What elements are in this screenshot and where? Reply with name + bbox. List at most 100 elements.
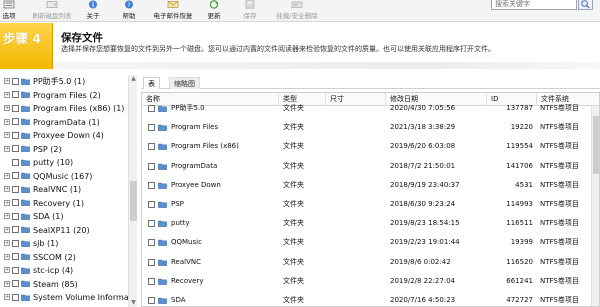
tree-item-checkbox[interactable] bbox=[12, 118, 19, 125]
row-checkbox[interactable] bbox=[148, 181, 155, 189]
scroll-up-arrow-icon[interactable]: ▲ bbox=[129, 75, 138, 83]
tree-item[interactable]: + Steam (85) bbox=[0, 279, 136, 291]
tree-item[interactable]: + SealXP11 (20) bbox=[0, 225, 136, 237]
tree-item-checkbox[interactable] bbox=[12, 91, 19, 98]
tree-item[interactable]: + PP助手5.0 (1) bbox=[0, 76, 136, 88]
expand-icon[interactable]: + bbox=[4, 78, 10, 84]
tree-item-checkbox[interactable] bbox=[12, 212, 19, 220]
tree-item-checkbox[interactable] bbox=[12, 185, 19, 193]
tree-item[interactable]: + Program Files (2) bbox=[0, 90, 136, 102]
row-checkbox[interactable] bbox=[148, 143, 155, 151]
expand-icon[interactable]: + bbox=[4, 213, 10, 219]
expand-icon[interactable]: + bbox=[4, 240, 10, 246]
tree-item[interactable]: + SDA (1) bbox=[0, 211, 136, 223]
tree-item-checkbox[interactable] bbox=[12, 239, 19, 247]
options-button[interactable]: 选项 bbox=[0, 0, 22, 22]
table-row[interactable]: PP助手5.0 文件夹 2020/4/30 7:05:56 137787 NTFS卷项目 bbox=[142, 101, 599, 117]
table-row[interactable]: Program Files 文件夹 2021/3/18 3:38:29 19220 NT… bbox=[142, 120, 599, 136]
expand-icon[interactable]: + bbox=[4, 91, 10, 98]
email-recovery-button[interactable]: 电子邮件恢复 bbox=[145, 0, 201, 22]
row-checkbox[interactable] bbox=[148, 220, 155, 228]
step-number: 步骤 4 bbox=[3, 31, 42, 46]
tree-item[interactable]: + RealVNC (1) bbox=[0, 184, 136, 196]
tree-scrollbar[interactable]: ▲ ▼ bbox=[128, 75, 137, 307]
table-row[interactable]: putty 文件夹 2019/8/23 18:54:15 116511 NTFS卷项目 bbox=[142, 216, 599, 232]
tree-item-label: SDA (1) bbox=[33, 212, 64, 221]
tree-item-checkbox[interactable] bbox=[12, 158, 19, 166]
tree-item-checkbox[interactable] bbox=[12, 253, 19, 260]
mount-button[interactable]: 挂载/安全删除 bbox=[271, 0, 323, 22]
cell-name: RealVNC bbox=[171, 257, 202, 266]
update-button[interactable]: 更新 bbox=[203, 0, 225, 22]
folder-icon bbox=[158, 163, 167, 170]
refresh-disks-button[interactable]: 刷新磁盘列表 bbox=[27, 0, 77, 22]
table-row[interactable]: QQMusic 文件夹 2019/2/23 19:01:44 19399 NTFS卷项目 bbox=[142, 235, 599, 251]
table-row[interactable]: SDA 文件夹 2020/7/16 4:50:23 472727 NTFS卷项目 bbox=[142, 293, 599, 306]
tree-item-checkbox[interactable] bbox=[12, 280, 19, 287]
search-icon bbox=[581, 0, 590, 9]
tree-item-checkbox[interactable] bbox=[12, 77, 19, 85]
expand-icon[interactable]: + bbox=[4, 267, 10, 273]
tab-thumbnails[interactable]: 缩略图 bbox=[169, 77, 200, 89]
table-row[interactable]: PSP 文件夹 2018/6/30 9:23:24 114993 NTFS卷项目 bbox=[142, 197, 599, 213]
row-checkbox[interactable] bbox=[148, 239, 155, 247]
save-button[interactable]: 保存 bbox=[239, 0, 261, 22]
tree-item-checkbox[interactable] bbox=[12, 172, 19, 179]
expand-icon[interactable]: + bbox=[4, 199, 10, 206]
tree-item-checkbox[interactable] bbox=[12, 226, 19, 233]
file-list-scrollbar[interactable] bbox=[591, 106, 599, 306]
row-checkbox[interactable] bbox=[148, 124, 155, 132]
scroll-down-arrow-icon[interactable]: ▼ bbox=[129, 299, 138, 307]
tree-item-checkbox[interactable] bbox=[12, 266, 19, 274]
expand-icon[interactable]: + bbox=[4, 132, 10, 138]
tree-item[interactable]: + stc-icp (4) bbox=[0, 265, 136, 277]
about-button[interactable]: 关于 bbox=[82, 0, 104, 22]
cell-id: 141706 bbox=[506, 161, 533, 170]
expand-icon[interactable]: + bbox=[4, 253, 10, 260]
tree-item[interactable]: + SSCOM (2) bbox=[0, 252, 136, 264]
tree-item[interactable]: + PSP (2) bbox=[0, 144, 136, 156]
table-row[interactable]: Program Files (x86) 文件夹 2019/6/20 6:03:08 1… bbox=[142, 139, 599, 155]
expand-icon[interactable]: + bbox=[4, 294, 10, 300]
tree-item[interactable]: + Proxyee Down (4) bbox=[0, 130, 136, 142]
row-checkbox[interactable] bbox=[148, 297, 155, 304]
expand-icon[interactable]: + bbox=[4, 280, 10, 287]
row-checkbox[interactable] bbox=[148, 201, 155, 208]
tree-item-checkbox[interactable] bbox=[12, 131, 19, 139]
tree-item[interactable]: + Program Files (x86) (1) bbox=[0, 103, 136, 115]
expand-icon[interactable]: + bbox=[4, 172, 10, 179]
tree-item[interactable]: + QQMusic (167) bbox=[0, 171, 136, 183]
cell-size bbox=[328, 101, 384, 117]
expand-icon[interactable]: + bbox=[4, 186, 10, 192]
expand-icon[interactable]: + bbox=[4, 118, 10, 125]
tree-item-checkbox[interactable] bbox=[12, 293, 19, 301]
update-label: 更新 bbox=[207, 12, 221, 20]
tree-item[interactable]: putty (10) bbox=[0, 157, 136, 169]
tab-table[interactable]: 表 bbox=[143, 77, 160, 89]
row-checkbox[interactable] bbox=[148, 162, 155, 170]
tree-scroll-thumb[interactable] bbox=[130, 181, 137, 221]
expand-icon[interactable]: + bbox=[4, 226, 10, 233]
table-row[interactable]: ProgramData 文件夹 2018/7/2 21:50:01 141706 NTF… bbox=[142, 159, 599, 175]
refresh-disks-label: 刷新磁盘列表 bbox=[32, 12, 72, 20]
tree-item-checkbox[interactable] bbox=[12, 145, 19, 152]
table-row[interactable]: RealVNC 文件夹 2019/8/6 0:02:42 116520 NTFS卷项目 bbox=[142, 255, 599, 271]
search-input[interactable] bbox=[491, 0, 577, 10]
table-row[interactable]: Proxyee Down 文件夹 2018/9/19 23:40:37 4531 NTF… bbox=[142, 178, 599, 194]
cell-name: Program Files bbox=[171, 123, 219, 132]
tree-item[interactable]: + sjb (1) bbox=[0, 238, 136, 250]
row-checkbox[interactable] bbox=[148, 277, 155, 285]
row-checkbox[interactable] bbox=[148, 105, 155, 112]
tree-item-checkbox[interactable] bbox=[12, 104, 19, 112]
tree-item[interactable]: + ProgramData (1) bbox=[0, 117, 136, 129]
expand-icon[interactable]: + bbox=[4, 145, 10, 152]
tree-item-checkbox[interactable] bbox=[12, 199, 19, 206]
table-row[interactable]: Recovery 文件夹 2019/2/8 22:27:04 661241 NTFS卷项… bbox=[142, 274, 599, 290]
tree-item[interactable]: + System Volume Informat bbox=[0, 292, 136, 304]
tree-item[interactable]: + Recovery (1) bbox=[0, 198, 136, 210]
help-button[interactable]: ? 帮助 bbox=[118, 0, 140, 22]
file-list-scroll-thumb[interactable] bbox=[593, 116, 599, 174]
row-checkbox[interactable] bbox=[148, 258, 155, 266]
search-button[interactable] bbox=[578, 0, 593, 10]
expand-icon[interactable]: + bbox=[4, 105, 10, 111]
